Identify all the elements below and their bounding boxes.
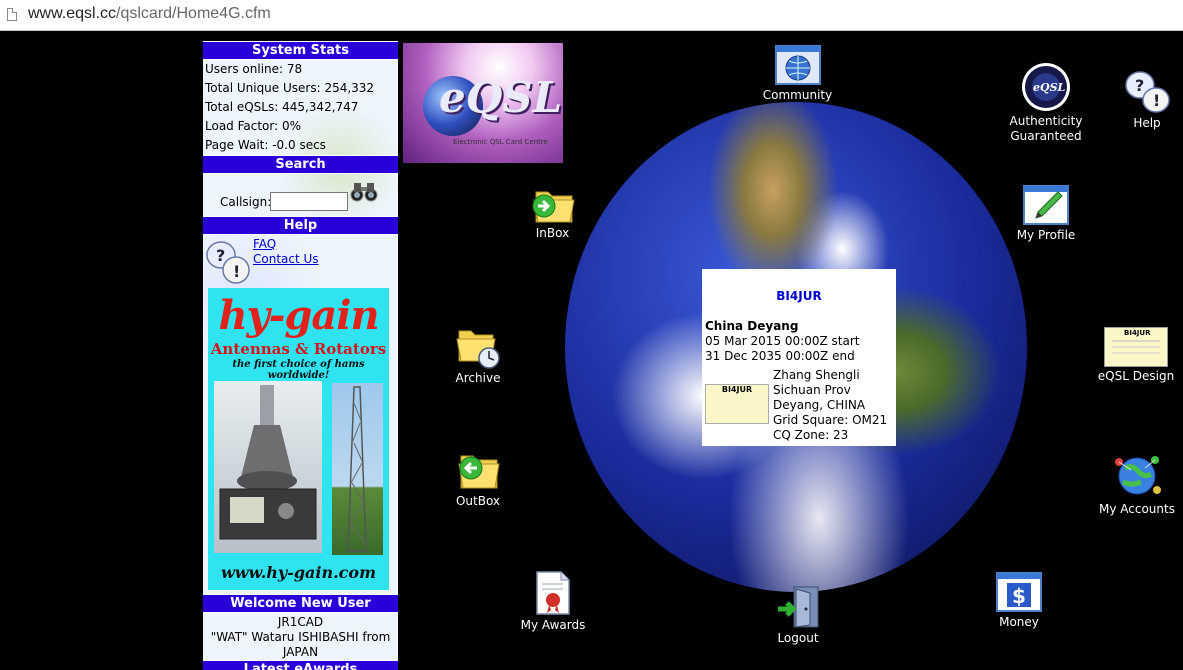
welcome-header: Welcome New User xyxy=(203,594,398,613)
callsign-input[interactable] xyxy=(270,192,348,211)
archive-folder-icon xyxy=(456,330,500,369)
help-bubbles-icon: ? ! xyxy=(206,241,250,284)
welcome-panel: Welcome New User JR1CAD "WAT" Wataru ISH… xyxy=(203,594,398,670)
welcome-text: JR1CAD "WAT" Wataru ISHIBASHI from JAPAN xyxy=(203,613,398,660)
community-icon xyxy=(774,45,821,85)
left-sidebar: System Stats Users online: 78 Total Uniq… xyxy=(203,41,398,670)
contact-us-link[interactable]: Contact Us xyxy=(253,252,319,266)
stat-users-online: Users online: 78 xyxy=(205,62,303,76)
search-panel: Callsign: xyxy=(203,174,398,216)
svg-text:$: $ xyxy=(1012,584,1026,608)
authenticity-label-line1: Authenticity xyxy=(1009,114,1083,128)
logo-caption: Electronic QSL Card Centre xyxy=(453,138,548,146)
search-header: Search xyxy=(203,155,398,174)
inbox-folder-icon xyxy=(532,191,575,223)
account-grid-square: Grid Square: OM21 xyxy=(773,413,888,427)
qsl-card-icon: BI4JUR xyxy=(1104,327,1168,367)
my-awards-label: My Awards xyxy=(520,618,586,632)
url-path: /qslcard/Home4G.cfm xyxy=(116,5,271,22)
my-awards-button[interactable]: My Awards xyxy=(512,570,594,633)
archive-label: Archive xyxy=(455,371,501,385)
card-callsign: BI4JUR xyxy=(721,385,753,394)
account-cq-zone: CQ Zone: 23 xyxy=(773,428,849,442)
tower-photo xyxy=(332,383,383,555)
callsign-label: Callsign: xyxy=(220,195,272,209)
help-icon: ? ! xyxy=(1125,71,1170,113)
logout-button[interactable]: Logout xyxy=(768,585,828,646)
money-button[interactable]: $ Money xyxy=(990,571,1048,630)
svg-text:?: ? xyxy=(216,246,225,265)
globe-network-icon xyxy=(1115,456,1161,495)
account-start-date: 05 Mar 2015 00:00Z start xyxy=(705,334,860,348)
inbox-button[interactable]: InBox xyxy=(520,184,585,241)
money-label: Money xyxy=(999,615,1039,629)
system-stats-header: System Stats xyxy=(203,41,398,60)
logout-label: Logout xyxy=(777,631,819,645)
my-accounts-button[interactable]: My Accounts xyxy=(1094,450,1180,517)
welcome-callsign: JR1CAD xyxy=(277,615,324,629)
stat-load-factor: Load Factor: 0% xyxy=(205,119,302,133)
tower-image-icon xyxy=(347,386,367,552)
eqsl-design-button[interactable]: BI4JUR eQSL Design xyxy=(1094,327,1178,384)
latest-eawards-header: Latest eAwards xyxy=(203,660,398,670)
account-name: Zhang Shengli xyxy=(773,368,860,382)
stat-page-wait: Page Wait: -0.0 secs xyxy=(205,138,326,152)
archive-button[interactable]: Archive xyxy=(446,325,510,386)
community-label: Community xyxy=(762,88,833,102)
my-profile-button[interactable]: My Profile xyxy=(1010,184,1082,243)
account-location: China Deyang xyxy=(705,319,799,333)
money-dollar-icon: $ xyxy=(996,572,1042,612)
svg-text:!: ! xyxy=(1153,91,1160,110)
authenticity-guaranteed-button[interactable]: eQSL Authenticity Guaranteed xyxy=(1004,62,1088,144)
hygain-advertisement[interactable]: hy-gain Antennas & Rotators the first ch… xyxy=(208,288,389,590)
account-province: Sichuan Prov xyxy=(773,383,851,397)
eqsl-design-label: eQSL Design xyxy=(1097,369,1175,383)
ad-brand: hy-gain xyxy=(218,292,379,339)
ad-slogan: the first choice of hams worldwide! xyxy=(232,359,365,381)
svg-text:BI4JUR: BI4JUR xyxy=(1124,329,1151,337)
page-icon xyxy=(7,8,17,21)
logo-text: eQSL xyxy=(439,73,563,122)
award-certificate-icon xyxy=(536,571,570,615)
help-button[interactable]: ? ! Help xyxy=(1118,70,1176,131)
welcome-name: "WAT" Wataru ISHIBASHI from xyxy=(210,630,391,644)
logout-door-icon xyxy=(778,586,819,628)
profile-edit-icon xyxy=(1023,185,1069,225)
stat-total-users: Total Unique Users: 254,332 xyxy=(205,81,375,95)
svg-text:?: ? xyxy=(1135,76,1144,95)
help-label: Help xyxy=(1133,116,1161,130)
inbox-label: InBox xyxy=(535,226,570,240)
authenticity-label-line2: Guaranteed xyxy=(1010,129,1082,143)
ad-website: www.hy-gain.com xyxy=(220,563,377,582)
rotator-photo xyxy=(214,381,322,553)
outbox-button[interactable]: OutBox xyxy=(446,450,510,509)
ad-tagline: Antennas & Rotators xyxy=(210,340,387,358)
authenticity-seal-icon: eQSL xyxy=(1022,63,1070,111)
account-end-date: 31 Dec 2035 00:00Z end xyxy=(705,349,855,363)
account-callsign[interactable]: BI4JUR xyxy=(702,289,896,303)
welcome-country: JAPAN xyxy=(282,645,319,659)
community-button[interactable]: Community xyxy=(755,44,840,103)
url-host: www.eqsl.cc xyxy=(28,5,117,22)
eqsl-logo[interactable]: eQSL Electronic QSL Card Centre xyxy=(403,43,563,163)
outbox-label: OutBox xyxy=(455,494,501,508)
url-text[interactable]: www.eqsl.cc/qslcard/Home4G.cfm xyxy=(28,5,271,23)
outbox-folder-icon xyxy=(458,455,500,489)
account-city: Deyang, CHINA xyxy=(773,398,866,412)
browser-url-bar[interactable]: www.eqsl.cc/qslcard/Home4G.cfm xyxy=(0,0,1183,31)
stat-total-eqsls: Total eQSLs: 445,342,747 xyxy=(205,100,359,114)
binoculars-icon[interactable] xyxy=(349,180,379,202)
account-qsl-card-thumbnail[interactable]: BI4JUR xyxy=(705,384,769,424)
rotator-image-icon xyxy=(219,385,317,540)
account-info-card: BI4JUR China Deyang 05 Mar 2015 00:00Z s… xyxy=(702,269,896,446)
my-accounts-label: My Accounts xyxy=(1099,502,1175,516)
help-header: Help xyxy=(203,216,398,235)
faq-link[interactable]: FAQ xyxy=(253,237,276,251)
svg-text:!: ! xyxy=(233,262,240,281)
my-profile-label: My Profile xyxy=(1016,228,1076,242)
svg-text:eQSL: eQSL xyxy=(1033,81,1066,94)
